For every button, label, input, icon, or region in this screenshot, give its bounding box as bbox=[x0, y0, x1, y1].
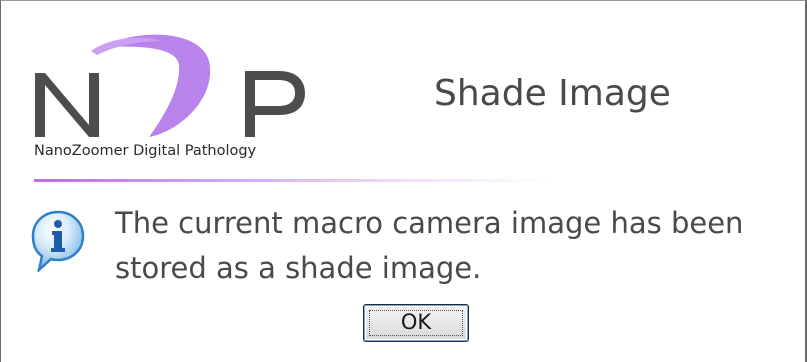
message-line-2: stored as a shade image. bbox=[115, 251, 482, 285]
logo-tagline: NanoZoomer Digital Pathology bbox=[34, 143, 257, 159]
message-line-1: The current macro camera image has been bbox=[115, 206, 744, 240]
ok-button-label: OK bbox=[400, 310, 432, 334]
info-icon bbox=[31, 210, 85, 274]
dialog-title: Shade Image bbox=[434, 73, 671, 114]
dialog-message: The current macro camera image has been … bbox=[115, 201, 775, 291]
shade-image-dialog: NanoZoomer Digital Pathology Shade Image… bbox=[0, 0, 807, 362]
ok-button[interactable]: OK bbox=[363, 304, 469, 342]
header-divider bbox=[34, 179, 554, 182]
